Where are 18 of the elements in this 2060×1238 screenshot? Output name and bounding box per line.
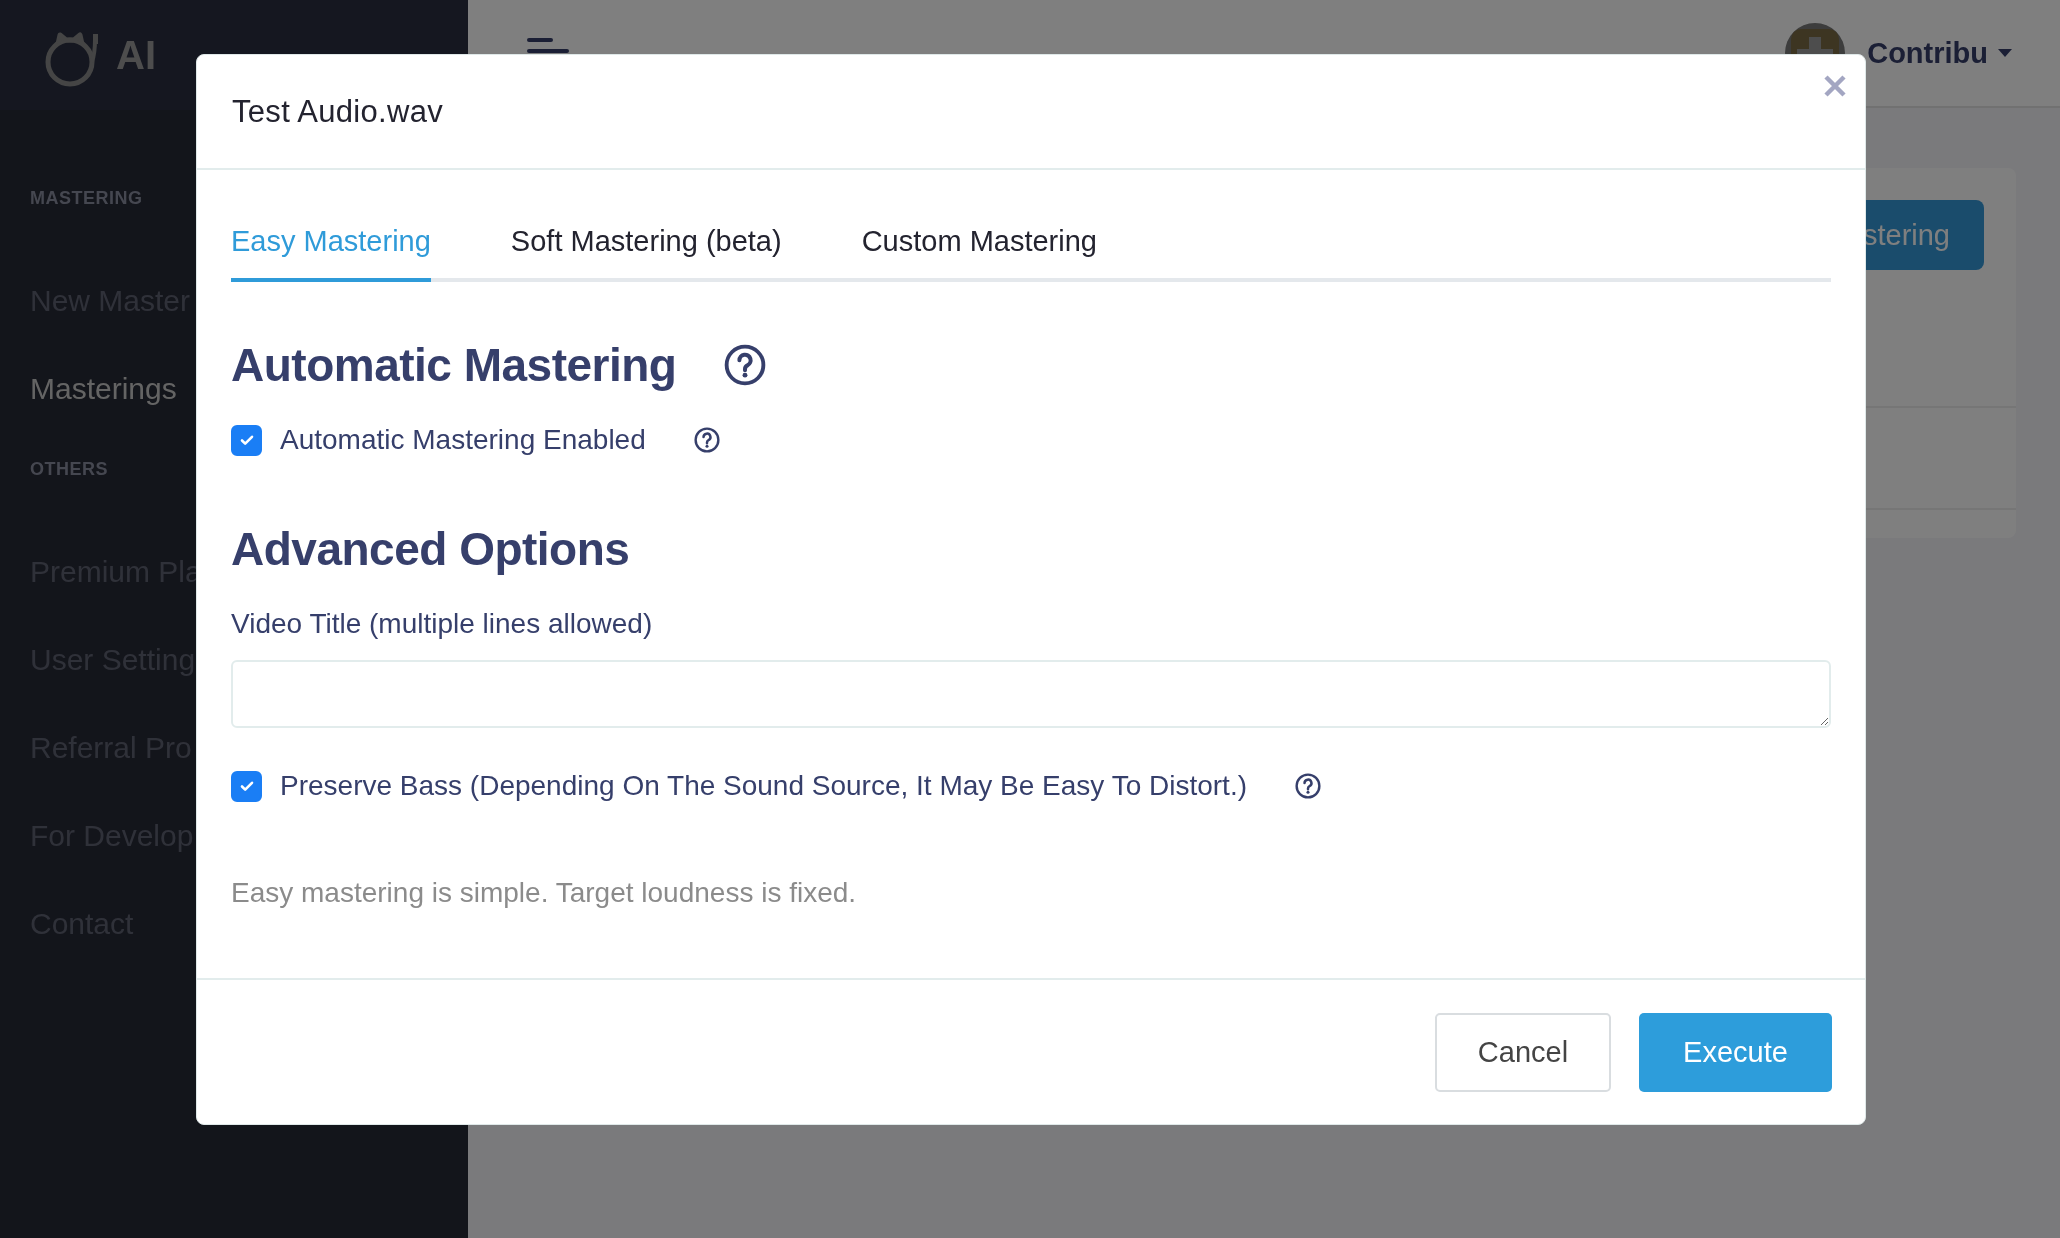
- help-icon[interactable]: [724, 344, 767, 386]
- description-text: Easy mastering is simple. Target loudness is fixed.: [231, 877, 858, 909]
- caret-icon: [1998, 48, 2012, 58]
- user-menu-button[interactable]: Contribu: [1867, 36, 2012, 70]
- help-icon[interactable]: [693, 427, 720, 453]
- modal-title: Test Audio.wav: [232, 93, 443, 130]
- section-heading: Automatic Mastering: [231, 338, 677, 392]
- field-label: Video Title (multiple lines allowed): [231, 608, 654, 640]
- checkbox-label[interactable]: Automatic Mastering Enabled: [280, 424, 646, 456]
- cancel-button[interactable]: Cancel: [1435, 1012, 1611, 1092]
- checkbox-label[interactable]: Preserve Bass (Depending On The Sound Source, It May Be Easy To Distort.): [280, 770, 1247, 802]
- help-icon[interactable]: [1295, 773, 1321, 799]
- checkbox[interactable]: [231, 424, 262, 456]
- tab[interactable]: Soft Mastering (beta): [510, 225, 782, 282]
- tab[interactable]: Custom Mastering: [861, 225, 1097, 282]
- video-title-field[interactable]: [231, 660, 1831, 728]
- checkbox[interactable]: [231, 770, 262, 802]
- section-heading: Advanced Options: [231, 522, 630, 576]
